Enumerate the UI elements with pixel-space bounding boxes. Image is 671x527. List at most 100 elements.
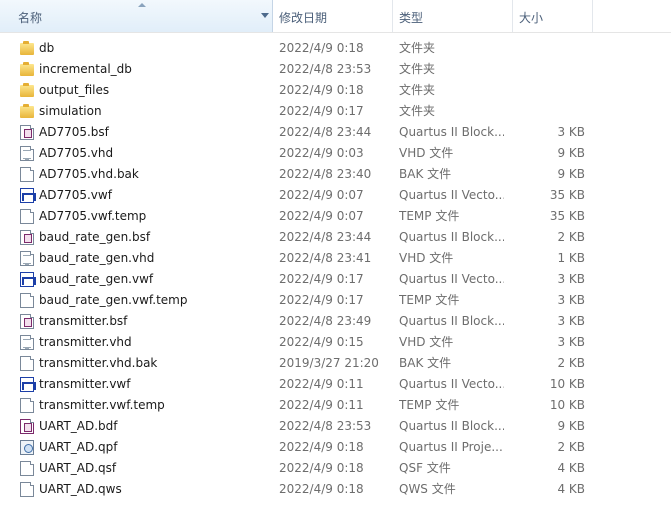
file-modified-date: 2022/4/9 0:11 — [279, 398, 364, 412]
file-row[interactable]: AD7705.vhd.bak 2022/4/8 23:40 BAK 文件 9 KB — [0, 164, 671, 185]
file-name: baud_rate_gen.vhd — [39, 251, 155, 265]
file-size: 3 KB — [557, 314, 585, 328]
folder-row[interactable]: output_files 2022/4/9 0:18 文件夹 — [0, 80, 671, 101]
file-modified-date: 2022/4/8 23:53 — [279, 62, 372, 76]
file-modified-date: 2022/4/8 23:44 — [279, 230, 372, 244]
file-row[interactable]: UART_AD.qws 2022/4/9 0:18 QWS 文件 4 KB — [0, 479, 671, 500]
file-size: 3 KB — [557, 293, 585, 307]
file-type: BAK 文件 — [399, 356, 452, 370]
folder-icon — [20, 41, 34, 56]
file-size: 9 KB — [557, 419, 585, 433]
file-row[interactable]: AD7705.vhd 2022/4/9 0:03 VHD 文件 9 KB — [0, 143, 671, 164]
file-row[interactable]: baud_rate_gen.vwf.temp 2022/4/9 0:17 TEMP … — [0, 290, 671, 311]
file-name: AD7705.bsf — [39, 125, 109, 139]
file-list: db 2022/4/9 0:18 文件夹 incremental_db 2022/4/8… — [0, 38, 671, 500]
file-row[interactable]: transmitter.vhd 2022/4/9 0:15 VHD 文件 3 KB — [0, 332, 671, 353]
file-row[interactable]: transmitter.vwf.temp 2022/4/9 0:11 TEMP 文件… — [0, 395, 671, 416]
file-name: AD7705.vwf.temp — [39, 209, 147, 223]
file-type: 文件夹 — [399, 41, 436, 55]
file-modified-date: 2022/4/9 0:17 — [279, 104, 364, 118]
file-name: baud_rate_gen.vwf — [39, 272, 154, 286]
file-type: Quartus II Block... — [399, 419, 504, 433]
file-type: 文件夹 — [399, 83, 436, 97]
file-modified-date: 2022/4/9 0:03 — [279, 146, 364, 160]
vhd-file-icon — [20, 335, 34, 350]
waveform-file-icon — [20, 188, 36, 203]
folder-row[interactable]: db 2022/4/9 0:18 文件夹 — [0, 38, 671, 59]
file-type: BAK 文件 — [399, 167, 452, 181]
file-type: TEMP 文件 — [399, 209, 460, 223]
file-type: 文件夹 — [399, 62, 436, 76]
file-modified-date: 2019/3/27 21:20 — [279, 356, 379, 370]
column-header-size[interactable]: 大小 — [513, 0, 593, 32]
file-name: UART_AD.qpf — [39, 440, 118, 454]
sort-ascending-icon — [138, 3, 146, 7]
block-symbol-file-icon — [20, 125, 34, 140]
folder-row[interactable]: simulation 2022/4/9 0:17 文件夹 — [0, 101, 671, 122]
file-type: TEMP 文件 — [399, 398, 460, 412]
file-modified-date: 2022/4/9 0:18 — [279, 482, 364, 496]
file-type: Quartus II Block... — [399, 230, 504, 244]
file-size: 10 KB — [549, 377, 585, 391]
file-row[interactable]: UART_AD.bdf 2022/4/8 23:53 Quartus II Bloc… — [0, 416, 671, 437]
file-size: 3 KB — [557, 335, 585, 349]
file-modified-date: 2022/4/9 0:18 — [279, 41, 364, 55]
file-name: output_files — [39, 83, 110, 97]
chevron-down-icon[interactable] — [261, 13, 269, 18]
file-type: Quartus II Vecto... — [399, 272, 504, 286]
folder-row[interactable]: incremental_db 2022/4/8 23:53 文件夹 — [0, 59, 671, 80]
file-row[interactable]: AD7705.bsf 2022/4/8 23:44 Quartus II Block… — [0, 122, 671, 143]
file-row[interactable]: AD7705.vwf 2022/4/9 0:07 Quartus II Vecto.… — [0, 185, 671, 206]
folder-icon — [20, 83, 34, 98]
file-row[interactable]: transmitter.vwf 2022/4/9 0:11 Quartus II V… — [0, 374, 671, 395]
file-row[interactable]: UART_AD.qsf 2022/4/9 0:18 QSF 文件 4 KB — [0, 458, 671, 479]
file-type: 文件夹 — [399, 104, 436, 118]
column-header-date[interactable]: 修改日期 — [273, 0, 393, 32]
file-size: 2 KB — [557, 230, 585, 244]
file-name: UART_AD.bdf — [39, 419, 118, 433]
file-row[interactable]: transmitter.vhd.bak 2019/3/27 21:20 BAK 文件… — [0, 353, 671, 374]
waveform-file-icon — [20, 272, 36, 287]
folder-icon — [20, 62, 34, 77]
file-type: VHD 文件 — [399, 251, 454, 265]
file-name: baud_rate_gen.bsf — [39, 230, 151, 244]
file-row[interactable]: baud_rate_gen.vhd 2022/4/8 23:41 VHD 文件 1 K… — [0, 248, 671, 269]
blank-file-icon — [20, 209, 34, 224]
file-modified-date: 2022/4/8 23:49 — [279, 314, 372, 328]
file-size: 10 KB — [549, 398, 585, 412]
file-row[interactable]: baud_rate_gen.vwf 2022/4/9 0:17 Quartus II… — [0, 269, 671, 290]
file-modified-date: 2022/4/8 23:53 — [279, 419, 372, 433]
file-modified-date: 2022/4/8 23:41 — [279, 251, 372, 265]
file-name: incremental_db — [39, 62, 132, 76]
file-size: 3 KB — [557, 272, 585, 286]
file-name: transmitter.vwf — [39, 377, 131, 391]
file-modified-date: 2022/4/9 0:18 — [279, 83, 364, 97]
file-modified-date: 2022/4/8 23:44 — [279, 125, 372, 139]
column-header-type[interactable]: 类型 — [393, 0, 513, 32]
column-header-type-label: 类型 — [399, 11, 424, 25]
column-header-size-label: 大小 — [519, 11, 544, 25]
file-modified-date: 2022/4/8 23:40 — [279, 167, 372, 181]
blank-file-icon — [20, 293, 34, 308]
file-row[interactable]: AD7705.vwf.temp 2022/4/9 0:07 TEMP 文件 35 KB — [0, 206, 671, 227]
file-name: simulation — [39, 104, 102, 118]
column-header-name[interactable]: 名称 — [0, 0, 273, 32]
file-row[interactable]: transmitter.bsf 2022/4/8 23:49 Quartus II … — [0, 311, 671, 332]
file-modified-date: 2022/4/9 0:07 — [279, 188, 364, 202]
file-name: transmitter.vhd — [39, 335, 132, 349]
file-size: 4 KB — [557, 482, 585, 496]
file-type: Quartus II Vecto... — [399, 377, 504, 391]
file-size: 35 KB — [549, 188, 585, 202]
folder-icon — [20, 104, 34, 119]
column-header-date-label: 修改日期 — [279, 11, 328, 25]
file-name: transmitter.bsf — [39, 314, 128, 328]
file-name: db — [39, 41, 55, 55]
file-row[interactable]: UART_AD.qpf 2022/4/9 0:18 Quartus II Proje… — [0, 437, 671, 458]
project-file-icon — [20, 440, 34, 455]
file-type: Quartus II Proje... — [399, 440, 503, 454]
file-type: Quartus II Block... — [399, 125, 504, 139]
file-row[interactable]: baud_rate_gen.bsf 2022/4/8 23:44 Quartus I… — [0, 227, 671, 248]
blank-file-icon — [20, 482, 34, 497]
file-name: AD7705.vhd.bak — [39, 167, 139, 181]
blank-file-icon — [20, 461, 34, 476]
